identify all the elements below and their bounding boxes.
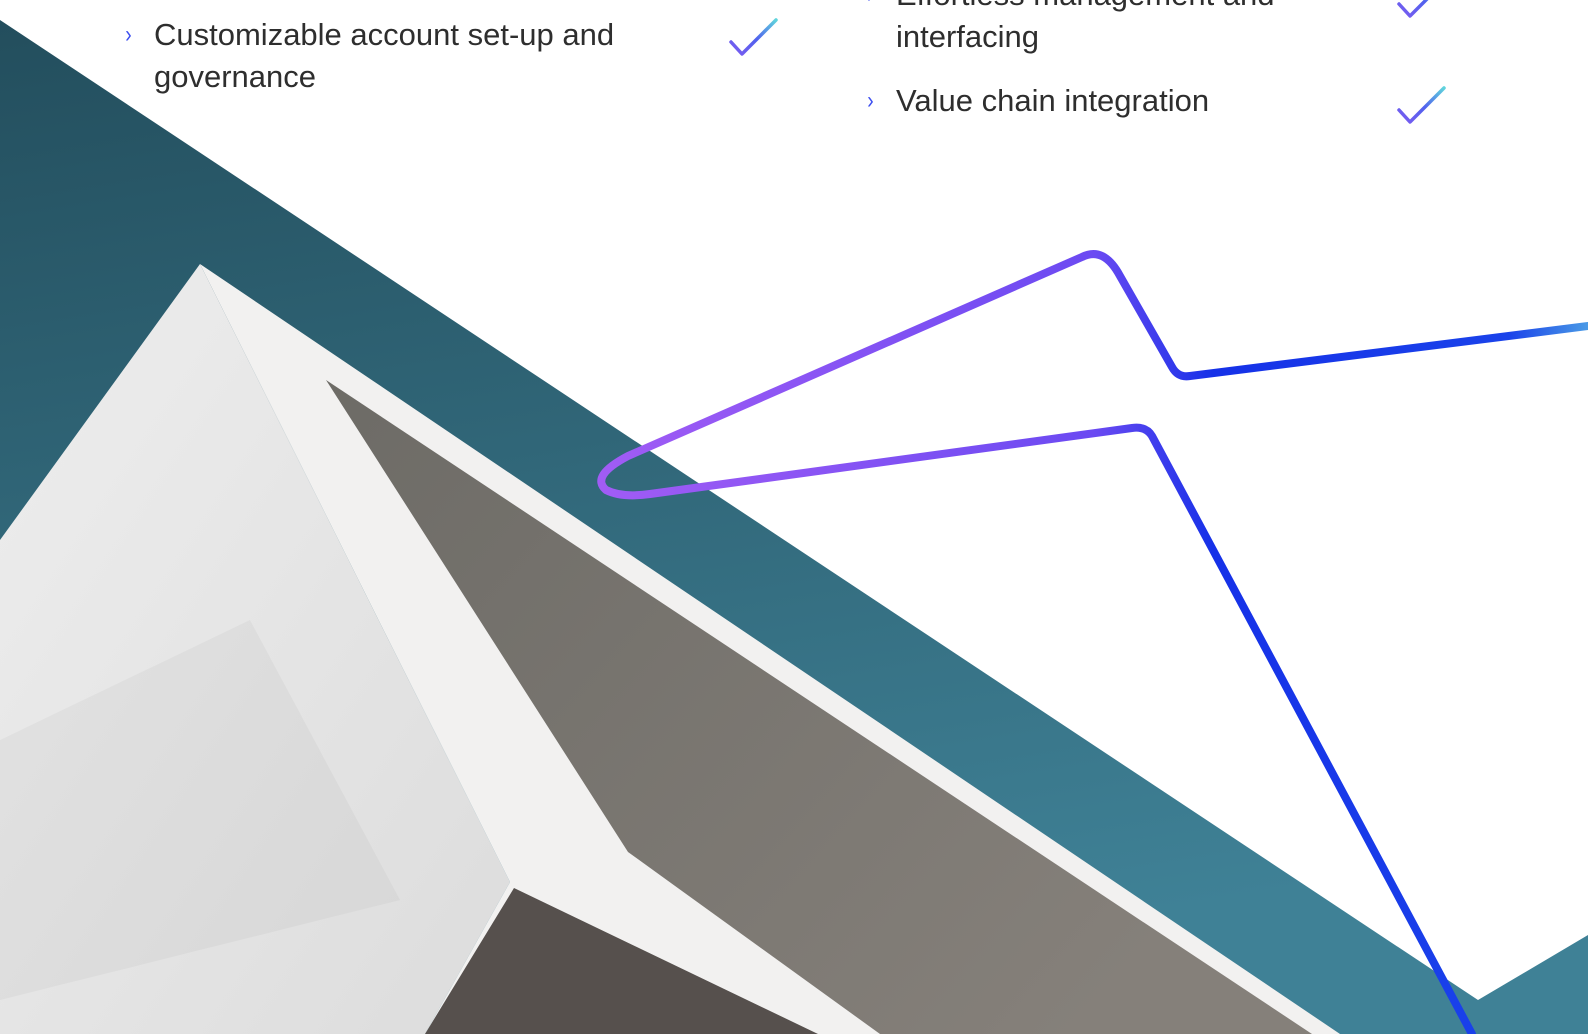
building-photo	[0, 264, 1340, 1034]
chevron-right-icon: ›	[125, 21, 132, 48]
feature-label: Value chain integration	[896, 83, 1210, 118]
checkmark-icon	[729, 18, 778, 56]
feature-label: Customizable account set-up and governan…	[154, 17, 615, 94]
checkmark-icon	[1397, 86, 1446, 124]
list-item: › Value chain integration	[864, 80, 1454, 124]
feature-label: Effortless management and interfacing	[896, 0, 1275, 54]
list-item: › Customizable account set-up and govern…	[122, 14, 782, 98]
chevron-right-icon: ›	[867, 87, 874, 114]
checkmark-icon	[1397, 0, 1429, 18]
hero-graphic	[0, 20, 1588, 1034]
list-item: › Effortless management and interfacing	[864, 0, 1454, 58]
chevron-right-icon: ›	[867, 0, 893, 16]
feature-list-left: › Customizable account set-up and govern…	[122, 14, 782, 120]
feature-list-right: › Effortless management and interfacing …	[864, 0, 1454, 144]
marketing-page: › Customizable account set-up and govern…	[0, 0, 1588, 1034]
